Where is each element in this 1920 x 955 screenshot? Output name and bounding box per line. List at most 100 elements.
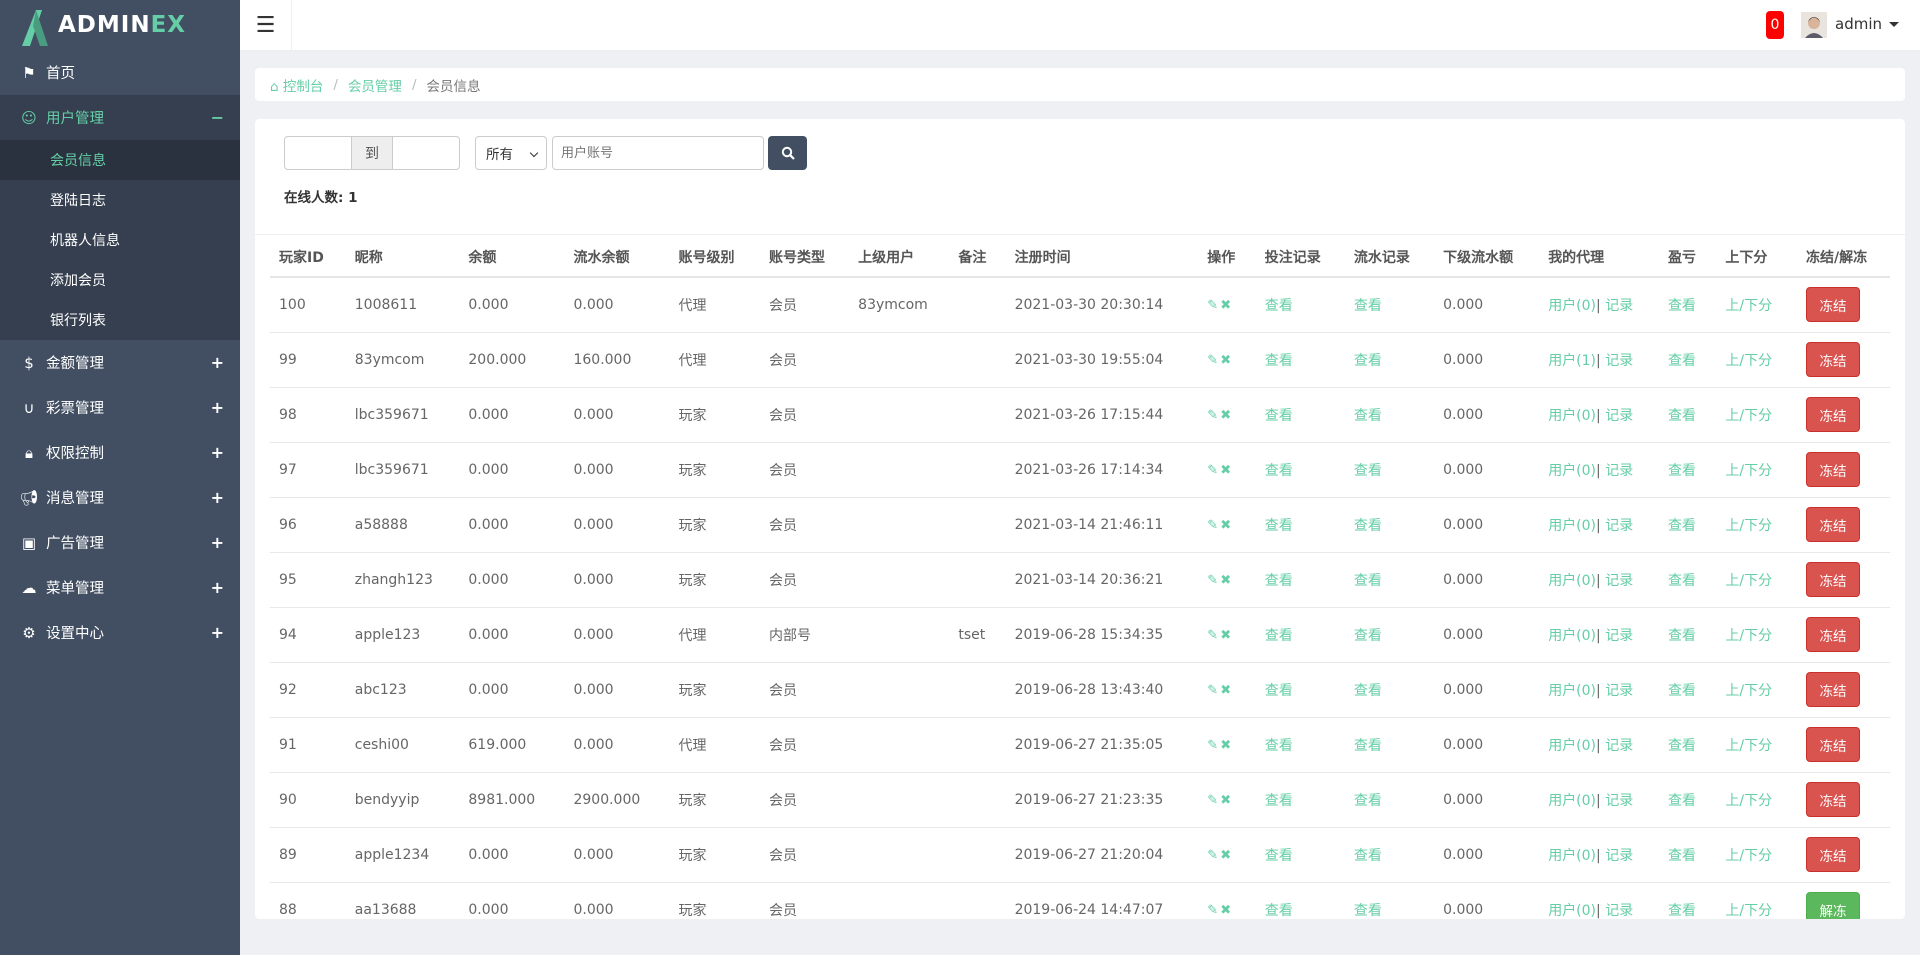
avatar[interactable] [1801,12,1827,38]
edit-icon[interactable]: ✎ [1207,298,1220,313]
delete-icon[interactable]: ✖ [1220,353,1233,368]
agent-records-link[interactable]: 记录 [1605,353,1633,369]
agent-users-link[interactable]: 用户(0) [1548,793,1596,809]
flow-records-link[interactable]: 查看 [1354,298,1382,314]
credit-adjust-link[interactable]: 上/下分 [1725,903,1772,919]
edit-icon[interactable]: ✎ [1207,628,1220,643]
agent-users-link[interactable]: 用户(0) [1548,628,1596,644]
expand-icon[interactable]: + [211,398,224,417]
profit-loss-link[interactable]: 查看 [1668,628,1696,644]
profit-loss-link[interactable]: 查看 [1668,738,1696,754]
flow-records-link[interactable]: 查看 [1354,738,1382,754]
credit-adjust-link[interactable]: 上/下分 [1725,793,1772,809]
sidebar-item-6[interactable]: ▣ 广告管理 + [0,520,240,565]
delete-icon[interactable]: ✖ [1220,738,1233,753]
bet-records-link[interactable]: 查看 [1265,353,1293,369]
unfreeze-button[interactable]: 解冻 [1806,892,1860,919]
freeze-button[interactable]: 冻结 [1806,782,1860,817]
credit-adjust-link[interactable]: 上/下分 [1725,463,1772,479]
profit-loss-link[interactable]: 查看 [1668,793,1696,809]
edit-icon[interactable]: ✎ [1207,573,1220,588]
user-name[interactable]: admin [1835,15,1882,33]
breadcrumb-home[interactable]: ⌂ 控制台 [270,75,323,95]
agent-records-link[interactable]: 记录 [1605,738,1633,754]
agent-users-link[interactable]: 用户(0) [1548,903,1596,919]
flow-records-link[interactable]: 查看 [1354,903,1382,919]
profit-loss-link[interactable]: 查看 [1668,683,1696,699]
sidebar-item-1[interactable]: ☺ 用户管理 − [0,95,240,140]
edit-icon[interactable]: ✎ [1207,463,1220,478]
credit-adjust-link[interactable]: 上/下分 [1725,353,1772,369]
agent-users-link[interactable]: 用户(0) [1548,518,1596,534]
edit-icon[interactable]: ✎ [1207,738,1220,753]
breadcrumb-section[interactable]: 会员管理 [348,75,402,95]
caret-down-icon[interactable] [1889,22,1899,27]
profit-loss-link[interactable]: 查看 [1668,518,1696,534]
edit-icon[interactable]: ✎ [1207,683,1220,698]
flow-records-link[interactable]: 查看 [1354,408,1382,424]
sidebar-item-4[interactable]: 🔒︎ 权限控制 + [0,430,240,475]
bet-records-link[interactable]: 查看 [1265,463,1293,479]
credit-adjust-link[interactable]: 上/下分 [1725,683,1772,699]
agent-users-link[interactable]: 用户(0) [1548,463,1596,479]
sidebar-item-8[interactable]: ⚙ 设置中心 + [0,610,240,655]
agent-records-link[interactable]: 记录 [1605,683,1633,699]
freeze-button[interactable]: 冻结 [1806,727,1860,762]
agent-records-link[interactable]: 记录 [1605,298,1633,314]
freeze-button[interactable]: 冻结 [1806,837,1860,872]
agent-users-link[interactable]: 用户(1) [1548,353,1596,369]
profit-loss-link[interactable]: 查看 [1668,848,1696,864]
profit-loss-link[interactable]: 查看 [1668,298,1696,314]
delete-icon[interactable]: ✖ [1220,903,1233,918]
agent-users-link[interactable]: 用户(0) [1548,573,1596,589]
submenu-item[interactable]: 机器人信息 [0,220,240,260]
sidebar-item-0[interactable]: ⚑ 首页 [0,50,240,95]
freeze-button[interactable]: 冻结 [1806,562,1860,597]
bet-records-link[interactable]: 查看 [1265,738,1293,754]
agent-records-link[interactable]: 记录 [1605,903,1633,919]
agent-records-link[interactable]: 记录 [1605,573,1633,589]
credit-adjust-link[interactable]: 上/下分 [1725,298,1772,314]
profit-loss-link[interactable]: 查看 [1668,353,1696,369]
flow-records-link[interactable]: 查看 [1354,518,1382,534]
submenu-item[interactable]: 添加会员 [0,260,240,300]
agent-records-link[interactable]: 记录 [1605,518,1633,534]
freeze-button[interactable]: 冻结 [1806,452,1860,487]
expand-icon[interactable]: + [211,623,224,642]
edit-icon[interactable]: ✎ [1207,848,1220,863]
bet-records-link[interactable]: 查看 [1265,573,1293,589]
delete-icon[interactable]: ✖ [1220,628,1233,643]
agent-users-link[interactable]: 用户(0) [1548,848,1596,864]
agent-records-link[interactable]: 记录 [1605,463,1633,479]
edit-icon[interactable]: ✎ [1207,518,1220,533]
sidebar-item-3[interactable]: ∪ 彩票管理 + [0,385,240,430]
collapse-icon[interactable]: − [211,108,224,127]
sidebar-item-7[interactable]: ☁ 菜单管理 + [0,565,240,610]
edit-icon[interactable]: ✎ [1207,353,1220,368]
submenu-item[interactable]: 银行列表 [0,300,240,340]
bet-records-link[interactable]: 查看 [1265,683,1293,699]
credit-adjust-link[interactable]: 上/下分 [1725,408,1772,424]
expand-icon[interactable]: + [211,443,224,462]
agent-users-link[interactable]: 用户(0) [1548,683,1596,699]
delete-icon[interactable]: ✖ [1220,298,1233,313]
delete-icon[interactable]: ✖ [1220,408,1233,423]
agent-users-link[interactable]: 用户(0) [1548,408,1596,424]
submenu-item[interactable]: 会员信息 [0,140,240,180]
flow-records-link[interactable]: 查看 [1354,628,1382,644]
delete-icon[interactable]: ✖ [1220,683,1233,698]
start-date-input[interactable] [284,136,352,170]
edit-icon[interactable]: ✎ [1207,793,1220,808]
delete-icon[interactable]: ✖ [1220,793,1233,808]
credit-adjust-link[interactable]: 上/下分 [1725,518,1772,534]
sidebar-item-2[interactable]: $ 金额管理 + [0,340,240,385]
agent-records-link[interactable]: 记录 [1605,848,1633,864]
menu-toggle-button[interactable]: ☰ [240,0,292,51]
profit-loss-link[interactable]: 查看 [1668,903,1696,919]
delete-icon[interactable]: ✖ [1220,463,1233,478]
notification-badge[interactable]: 0 [1766,11,1784,39]
agent-records-link[interactable]: 记录 [1605,793,1633,809]
account-filter-select[interactable]: 所有 [475,136,547,170]
end-date-input[interactable] [392,136,460,170]
credit-adjust-link[interactable]: 上/下分 [1725,848,1772,864]
